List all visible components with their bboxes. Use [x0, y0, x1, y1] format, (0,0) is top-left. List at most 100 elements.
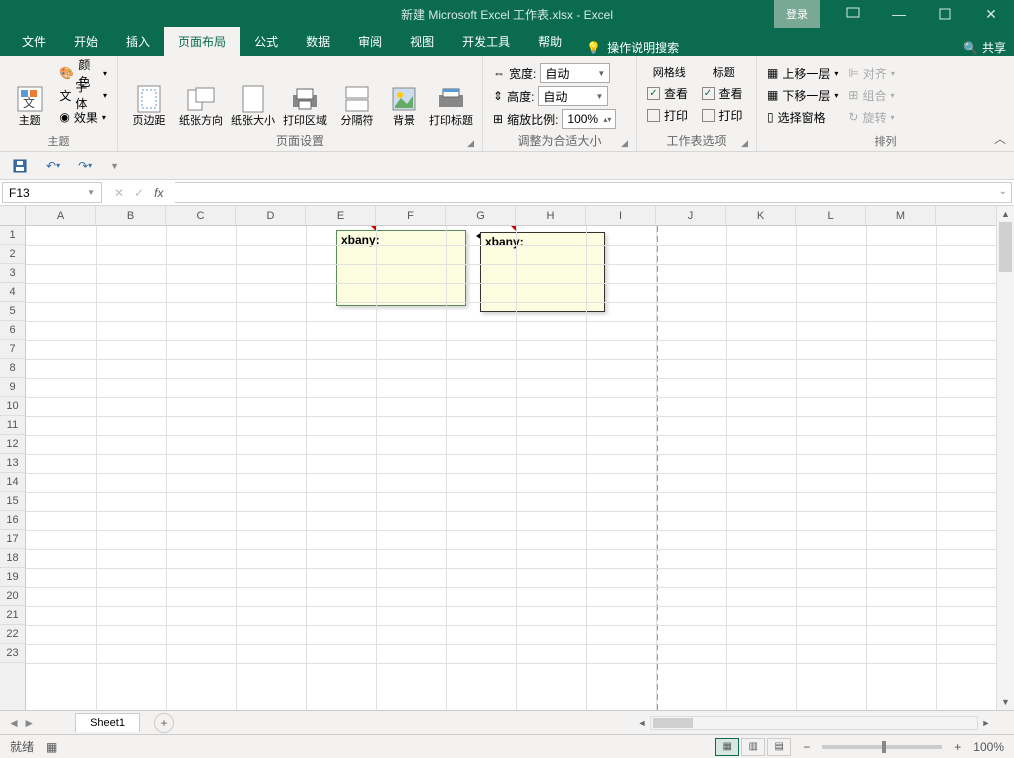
row-header-21[interactable]: 21 — [0, 606, 25, 625]
headings-view-check[interactable]: ✓查看 — [698, 82, 751, 104]
scale-launcher-icon[interactable]: ◢ — [621, 138, 628, 149]
zoom-in-button[interactable]: + — [954, 740, 961, 754]
row-header-14[interactable]: 14 — [0, 473, 25, 492]
row-header-13[interactable]: 13 — [0, 454, 25, 473]
zoom-out-button[interactable]: − — [803, 740, 810, 754]
col-header-H[interactable]: H — [516, 206, 586, 225]
width-select[interactable]: 自动▼ — [540, 63, 610, 83]
select-all-corner[interactable] — [0, 206, 26, 226]
tab-help[interactable]: 帮助 — [524, 27, 576, 56]
scroll-down-icon[interactable]: ▼ — [997, 694, 1014, 710]
col-header-D[interactable]: D — [236, 206, 306, 225]
fonts-button[interactable]: 文字体▾ — [55, 84, 111, 106]
size-button[interactable]: 纸张大小 — [228, 62, 278, 130]
row-header-10[interactable]: 10 — [0, 397, 25, 416]
row-header-1[interactable]: 1 — [0, 226, 25, 245]
tab-developer[interactable]: 开发工具 — [448, 27, 524, 56]
themes-button[interactable]: 文 主题 — [6, 62, 53, 130]
name-box[interactable]: F13▼ — [2, 182, 102, 203]
col-header-J[interactable]: J — [656, 206, 726, 225]
tab-formulas[interactable]: 公式 — [240, 27, 292, 56]
ribbon-display-options-icon[interactable] — [830, 0, 876, 28]
row-header-23[interactable]: 23 — [0, 644, 25, 663]
selection-pane-button[interactable]: ▯选择窗格 — [763, 106, 842, 128]
row-header-8[interactable]: 8 — [0, 359, 25, 378]
row-header-9[interactable]: 9 — [0, 378, 25, 397]
scroll-right-icon[interactable]: ► — [978, 718, 994, 728]
sheet-tab-1[interactable]: Sheet1 — [75, 713, 140, 732]
row-header-20[interactable]: 20 — [0, 587, 25, 606]
vertical-scrollbar[interactable]: ▲ ▼ — [996, 206, 1014, 710]
print-titles-button[interactable]: 打印标题 — [426, 62, 476, 130]
col-header-K[interactable]: K — [726, 206, 796, 225]
page-setup-launcher-icon[interactable]: ◢ — [467, 138, 474, 149]
row-header-7[interactable]: 7 — [0, 340, 25, 359]
col-header-F[interactable]: F — [376, 206, 446, 225]
share-button[interactable]: 🔍 共享 — [963, 39, 1006, 56]
close-icon[interactable]: ✕ — [968, 0, 1014, 28]
collapse-ribbon-icon[interactable]: ︿ — [994, 130, 1006, 147]
col-header-L[interactable]: L — [796, 206, 866, 225]
scale-input[interactable]: 100%▴▾ — [562, 109, 616, 129]
gridlines-view-check[interactable]: ✓查看 — [643, 82, 696, 104]
tab-home[interactable]: 开始 — [60, 27, 112, 56]
col-header-C[interactable]: C — [166, 206, 236, 225]
worksheet-grid[interactable]: ABCDEFGHIJKLM 12345678910111213141516171… — [0, 206, 1014, 710]
col-header-I[interactable]: I — [586, 206, 656, 225]
formula-input[interactable]: ⌄ — [175, 182, 1012, 203]
gridlines-print-check[interactable]: 打印 — [643, 104, 696, 126]
col-header-E[interactable]: E — [306, 206, 376, 225]
new-sheet-button[interactable]: + — [154, 713, 174, 733]
maximize-icon[interactable] — [922, 0, 968, 28]
page-break-view-button[interactable]: ▤ — [767, 738, 791, 756]
bring-forward-button[interactable]: ▦上移一层▾ — [763, 62, 842, 84]
row-header-12[interactable]: 12 — [0, 435, 25, 454]
align-button[interactable]: ⊫对齐▾ — [844, 62, 898, 84]
sheet-opts-launcher-icon[interactable]: ◢ — [741, 138, 748, 149]
row-header-17[interactable]: 17 — [0, 530, 25, 549]
undo-button[interactable]: ↶ ▾ — [42, 157, 64, 175]
background-button[interactable]: 背景 — [384, 62, 424, 130]
row-header-6[interactable]: 6 — [0, 321, 25, 340]
login-button[interactable]: 登录 — [774, 0, 820, 28]
print-area-button[interactable]: 打印区域 — [280, 62, 330, 130]
headings-print-check[interactable]: 打印 — [698, 104, 751, 126]
send-backward-button[interactable]: ▦下移一层▾ — [763, 84, 842, 106]
row-header-2[interactable]: 2 — [0, 245, 25, 264]
enter-formula-icon[interactable]: ✓ — [134, 186, 144, 200]
margins-button[interactable]: 页边距 — [124, 62, 174, 130]
row-header-11[interactable]: 11 — [0, 416, 25, 435]
row-header-4[interactable]: 4 — [0, 283, 25, 302]
hscroll-thumb[interactable] — [653, 718, 693, 728]
row-header-15[interactable]: 15 — [0, 492, 25, 511]
zoom-slider[interactable] — [822, 745, 942, 749]
vscroll-thumb[interactable] — [999, 222, 1012, 272]
row-header-19[interactable]: 19 — [0, 568, 25, 587]
col-header-G[interactable]: G — [446, 206, 516, 225]
horizontal-scrollbar[interactable]: ◄ ► — [634, 715, 994, 731]
redo-button[interactable]: ↷ ▾ — [74, 157, 96, 175]
tab-insert[interactable]: 插入 — [112, 27, 164, 56]
height-select[interactable]: 自动▼ — [538, 86, 608, 106]
fx-icon[interactable]: fx — [154, 186, 163, 200]
orientation-button[interactable]: 纸张方向 — [176, 62, 226, 130]
row-header-5[interactable]: 5 — [0, 302, 25, 321]
breaks-button[interactable]: 分隔符 — [332, 62, 382, 130]
effects-button[interactable]: ◉效果▾ — [55, 106, 111, 128]
col-header-A[interactable]: A — [26, 206, 96, 225]
scroll-up-icon[interactable]: ▲ — [997, 206, 1014, 222]
macro-record-icon[interactable]: ▦ — [46, 740, 57, 754]
cells-area[interactable]: xbany: xbany: — [26, 226, 996, 710]
row-header-18[interactable]: 18 — [0, 549, 25, 568]
zoom-level[interactable]: 100% — [973, 740, 1004, 754]
page-layout-view-button[interactable]: ▥ — [741, 738, 765, 756]
normal-view-button[interactable]: ▦ — [715, 738, 739, 756]
row-header-3[interactable]: 3 — [0, 264, 25, 283]
cancel-formula-icon[interactable]: ✕ — [114, 186, 124, 200]
tab-data[interactable]: 数据 — [292, 27, 344, 56]
qat-customize-icon[interactable]: ▼ — [106, 159, 123, 173]
tab-page-layout[interactable]: 页面布局 — [164, 27, 240, 56]
col-header-M[interactable]: M — [866, 206, 936, 225]
expand-formula-bar-icon[interactable]: ⌄ — [999, 186, 1007, 197]
minimize-icon[interactable]: — — [876, 0, 922, 28]
